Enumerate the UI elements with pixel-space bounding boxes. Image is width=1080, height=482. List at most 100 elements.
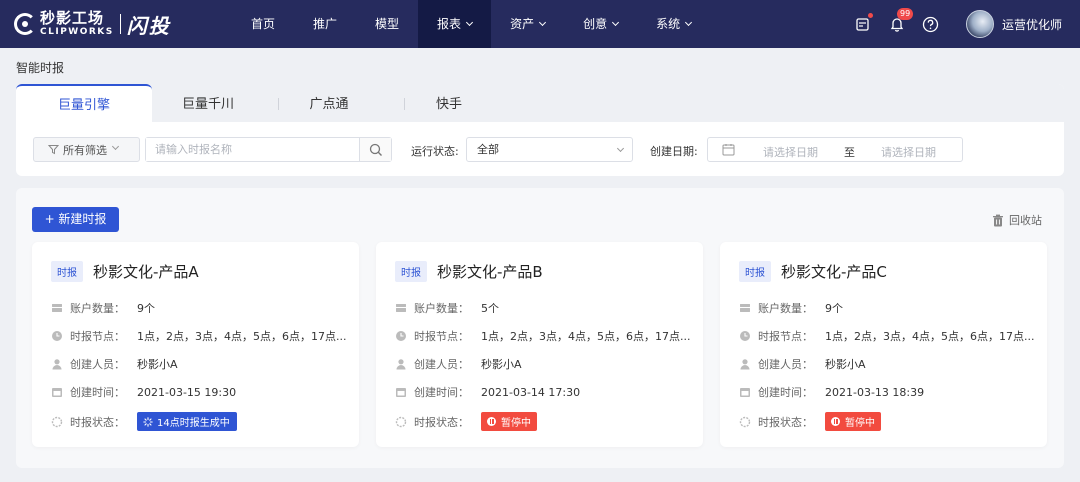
nav-item-reports[interactable]: 报表: [418, 0, 492, 48]
username[interactable]: 运营优化师: [1002, 16, 1062, 33]
all-filters-button[interactable]: 所有筛选: [33, 137, 140, 162]
creator-row: 创建人员： 秒影小A: [51, 356, 178, 372]
calendar-icon: [739, 386, 751, 398]
chevron-down-icon: [612, 18, 620, 27]
status-row: 时报状态： 暂停中: [395, 412, 537, 431]
brand-name-en: CLIPWORKS: [40, 27, 114, 37]
search-button[interactable]: [359, 138, 391, 161]
report-tag: 时报: [739, 261, 771, 282]
report-tag: 时报: [395, 261, 427, 282]
chevron-down-icon: [466, 18, 474, 27]
header-actions: 99 运营优化师: [840, 0, 1080, 48]
search-box: [145, 137, 392, 162]
report-title[interactable]: 秒影文化-产品B: [437, 261, 543, 282]
nav-item-system[interactable]: 系统: [637, 0, 710, 48]
chevron-down-icon: [685, 18, 693, 27]
recycle-bin-button[interactable]: 回收站: [992, 212, 1042, 228]
nodes-row: 时报节点： 1点，2点，3点，4点，5点，6点，17点...: [739, 328, 1034, 344]
creator-name: 秒影小A: [825, 358, 866, 371]
account-count: 9个: [137, 302, 155, 315]
date-end-field[interactable]: 请选择日期: [881, 144, 936, 160]
creator-row: 创建人员： 秒影小A: [739, 356, 866, 372]
status-badge: 14点时报生成中: [137, 412, 237, 431]
created-time: 2021-03-15 19:30: [137, 385, 237, 399]
created-time: 2021-03-13 18:39: [825, 385, 925, 399]
trash-icon: [993, 214, 1003, 226]
avatar[interactable]: [965, 10, 994, 38]
user-icon: [51, 358, 63, 370]
accounts-row: 账户数量： 5个: [395, 300, 499, 316]
calendar-icon: [51, 386, 63, 398]
created-time: 2021-03-14 17:30: [481, 385, 581, 399]
notification-dot: [867, 13, 873, 18]
tab-kuaishou[interactable]: 快手: [404, 84, 494, 122]
date-filter-label: 创建日期:: [650, 145, 698, 158]
created-at-row: 创建时间： 2021-03-14 17:30: [395, 384, 580, 400]
task-calendar-icon[interactable]: [852, 13, 874, 35]
nodes-row: 时报节点： 1点，2点，3点，4点，5点，6点，17点...: [51, 328, 346, 344]
accounts-icon: [395, 302, 407, 314]
filter-panel: 巨量引擎 巨量千川 广点通 快手 所有筛选 运行状态: 全部 创建日期: 请选择…: [16, 84, 1064, 176]
report-nodes: 1点，2点，3点，4点，5点，6点，17点...: [137, 330, 347, 343]
report-nodes: 1点，2点，3点，4点，5点，6点，17点...: [825, 330, 1035, 343]
search-icon: [369, 143, 382, 156]
clock-icon: [739, 330, 751, 342]
brand-name-cn: 秒影工场: [40, 9, 105, 27]
nodes-row: 时报节点： 1点，2点，3点，4点，5点，6点，17点...: [395, 328, 690, 344]
status-select[interactable]: 全部: [466, 137, 633, 162]
calendar-icon: [395, 386, 407, 398]
nav-item-model[interactable]: 模型: [356, 0, 418, 48]
report-title[interactable]: 秒影文化-产品C: [781, 261, 887, 282]
logo-divider: [119, 14, 121, 34]
date-start-field[interactable]: 请选择日期: [763, 144, 818, 160]
help-icon[interactable]: [920, 13, 942, 35]
report-card[interactable]: 时报 秒影文化-产品C 账户数量： 9个 时报节点： 1点，2点，3点，4点，5…: [720, 242, 1047, 447]
accounts-icon: [739, 302, 751, 314]
page-title: 智能时报: [16, 61, 65, 75]
creator-name: 秒影小A: [137, 358, 178, 371]
report-nodes: 1点，2点，3点，4点，5点，6点，17点...: [481, 330, 691, 343]
nav-item-creative[interactable]: 创意: [564, 0, 637, 48]
tab-ocean-engine[interactable]: 巨量引擎: [16, 84, 152, 122]
report-card[interactable]: 时报 秒影文化-产品A 账户数量： 9个 时报节点： 1点，2点，3点，4点，5…: [32, 242, 359, 447]
logo-mark-icon: [14, 13, 36, 35]
clock-icon: [395, 330, 407, 342]
tab-guangdiantong[interactable]: 广点通: [278, 84, 380, 122]
clock-icon: [51, 330, 63, 342]
status-badge: 暂停中: [825, 412, 881, 431]
platform-tabs: 巨量引擎 巨量千川 广点通 快手: [16, 84, 1064, 122]
nav-item-promotion[interactable]: 推广: [294, 0, 356, 48]
top-nav: 秒影工场 CLIPWORKS 闪投 首页 推广 模型 报表 资产 创意 系统 9…: [0, 0, 1080, 48]
pause-icon: [831, 417, 840, 426]
report-tag: 时报: [51, 261, 83, 282]
new-report-button[interactable]: + 新建时报: [32, 207, 119, 232]
product-name: 闪投: [126, 13, 171, 38]
brand-logo[interactable]: 秒影工场 CLIPWORKS 闪投: [14, 9, 171, 39]
status-icon: [739, 416, 751, 428]
accounts-row: 账户数量： 9个: [739, 300, 843, 316]
status-row: 时报状态： 14点时报生成中: [51, 412, 237, 431]
account-count: 9个: [825, 302, 843, 315]
status-filter-label: 运行状态:: [411, 145, 459, 158]
created-at-row: 创建时间： 2021-03-15 19:30: [51, 384, 236, 400]
calendar-icon: [722, 143, 735, 159]
chevron-down-icon: [111, 142, 120, 151]
accounts-icon: [51, 302, 63, 314]
chevron-down-icon: [539, 18, 547, 27]
accounts-row: 账户数量： 9个: [51, 300, 155, 316]
status-icon: [51, 416, 63, 428]
notification-badge: 99: [896, 8, 914, 20]
report-title[interactable]: 秒影文化-产品A: [93, 261, 199, 282]
main-nav: 首页 推广 模型 报表 资产 创意 系统: [232, 0, 710, 48]
tab-qianchuan[interactable]: 巨量千川: [152, 84, 264, 122]
nav-item-home[interactable]: 首页: [232, 0, 294, 48]
nav-item-assets[interactable]: 资产: [491, 0, 564, 48]
pause-icon: [487, 417, 496, 426]
search-input[interactable]: [146, 138, 359, 161]
loading-icon: [143, 416, 153, 427]
date-range-picker[interactable]: 请选择日期 至 请选择日期: [707, 137, 963, 162]
report-card[interactable]: 时报 秒影文化-产品B 账户数量： 5个 时报节点： 1点，2点，3点，4点，5…: [376, 242, 703, 447]
chevron-down-icon: [616, 144, 625, 153]
status-badge: 暂停中: [481, 412, 537, 431]
bell-icon[interactable]: 99: [886, 8, 914, 35]
